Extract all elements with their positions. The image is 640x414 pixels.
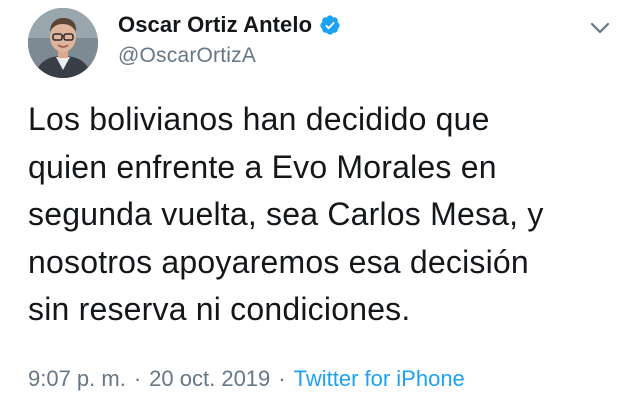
tweet-card: Oscar Ortiz Antelo @OscarOrtizA Los boli… <box>0 0 640 414</box>
display-name[interactable]: Oscar Ortiz Antelo <box>118 12 312 38</box>
tweet-date[interactable]: 20 oct. 2019 <box>149 366 270 392</box>
tweet-text: Los bolivianos han decidido que quien en… <box>28 101 544 327</box>
tweet-time[interactable]: 9:07 p. m. <box>28 366 126 392</box>
tweet-meta: 9:07 p. m. · 20 oct. 2019 · Twitter for … <box>28 366 465 392</box>
meta-separator: · <box>278 366 286 391</box>
user-handle[interactable]: @OscarOrtizA <box>118 44 341 68</box>
chevron-down-icon[interactable] <box>588 16 612 40</box>
avatar[interactable] <box>28 8 98 78</box>
user-info: Oscar Ortiz Antelo @OscarOrtizA <box>118 10 341 68</box>
display-name-row: Oscar Ortiz Antelo <box>118 10 341 40</box>
tweet-header: Oscar Ortiz Antelo @OscarOrtizA <box>28 8 618 78</box>
verified-badge-icon <box>319 14 341 36</box>
avatar-image <box>28 8 98 78</box>
meta-separator: · <box>133 366 142 391</box>
tweet-source-link[interactable]: Twitter for iPhone <box>294 366 465 392</box>
